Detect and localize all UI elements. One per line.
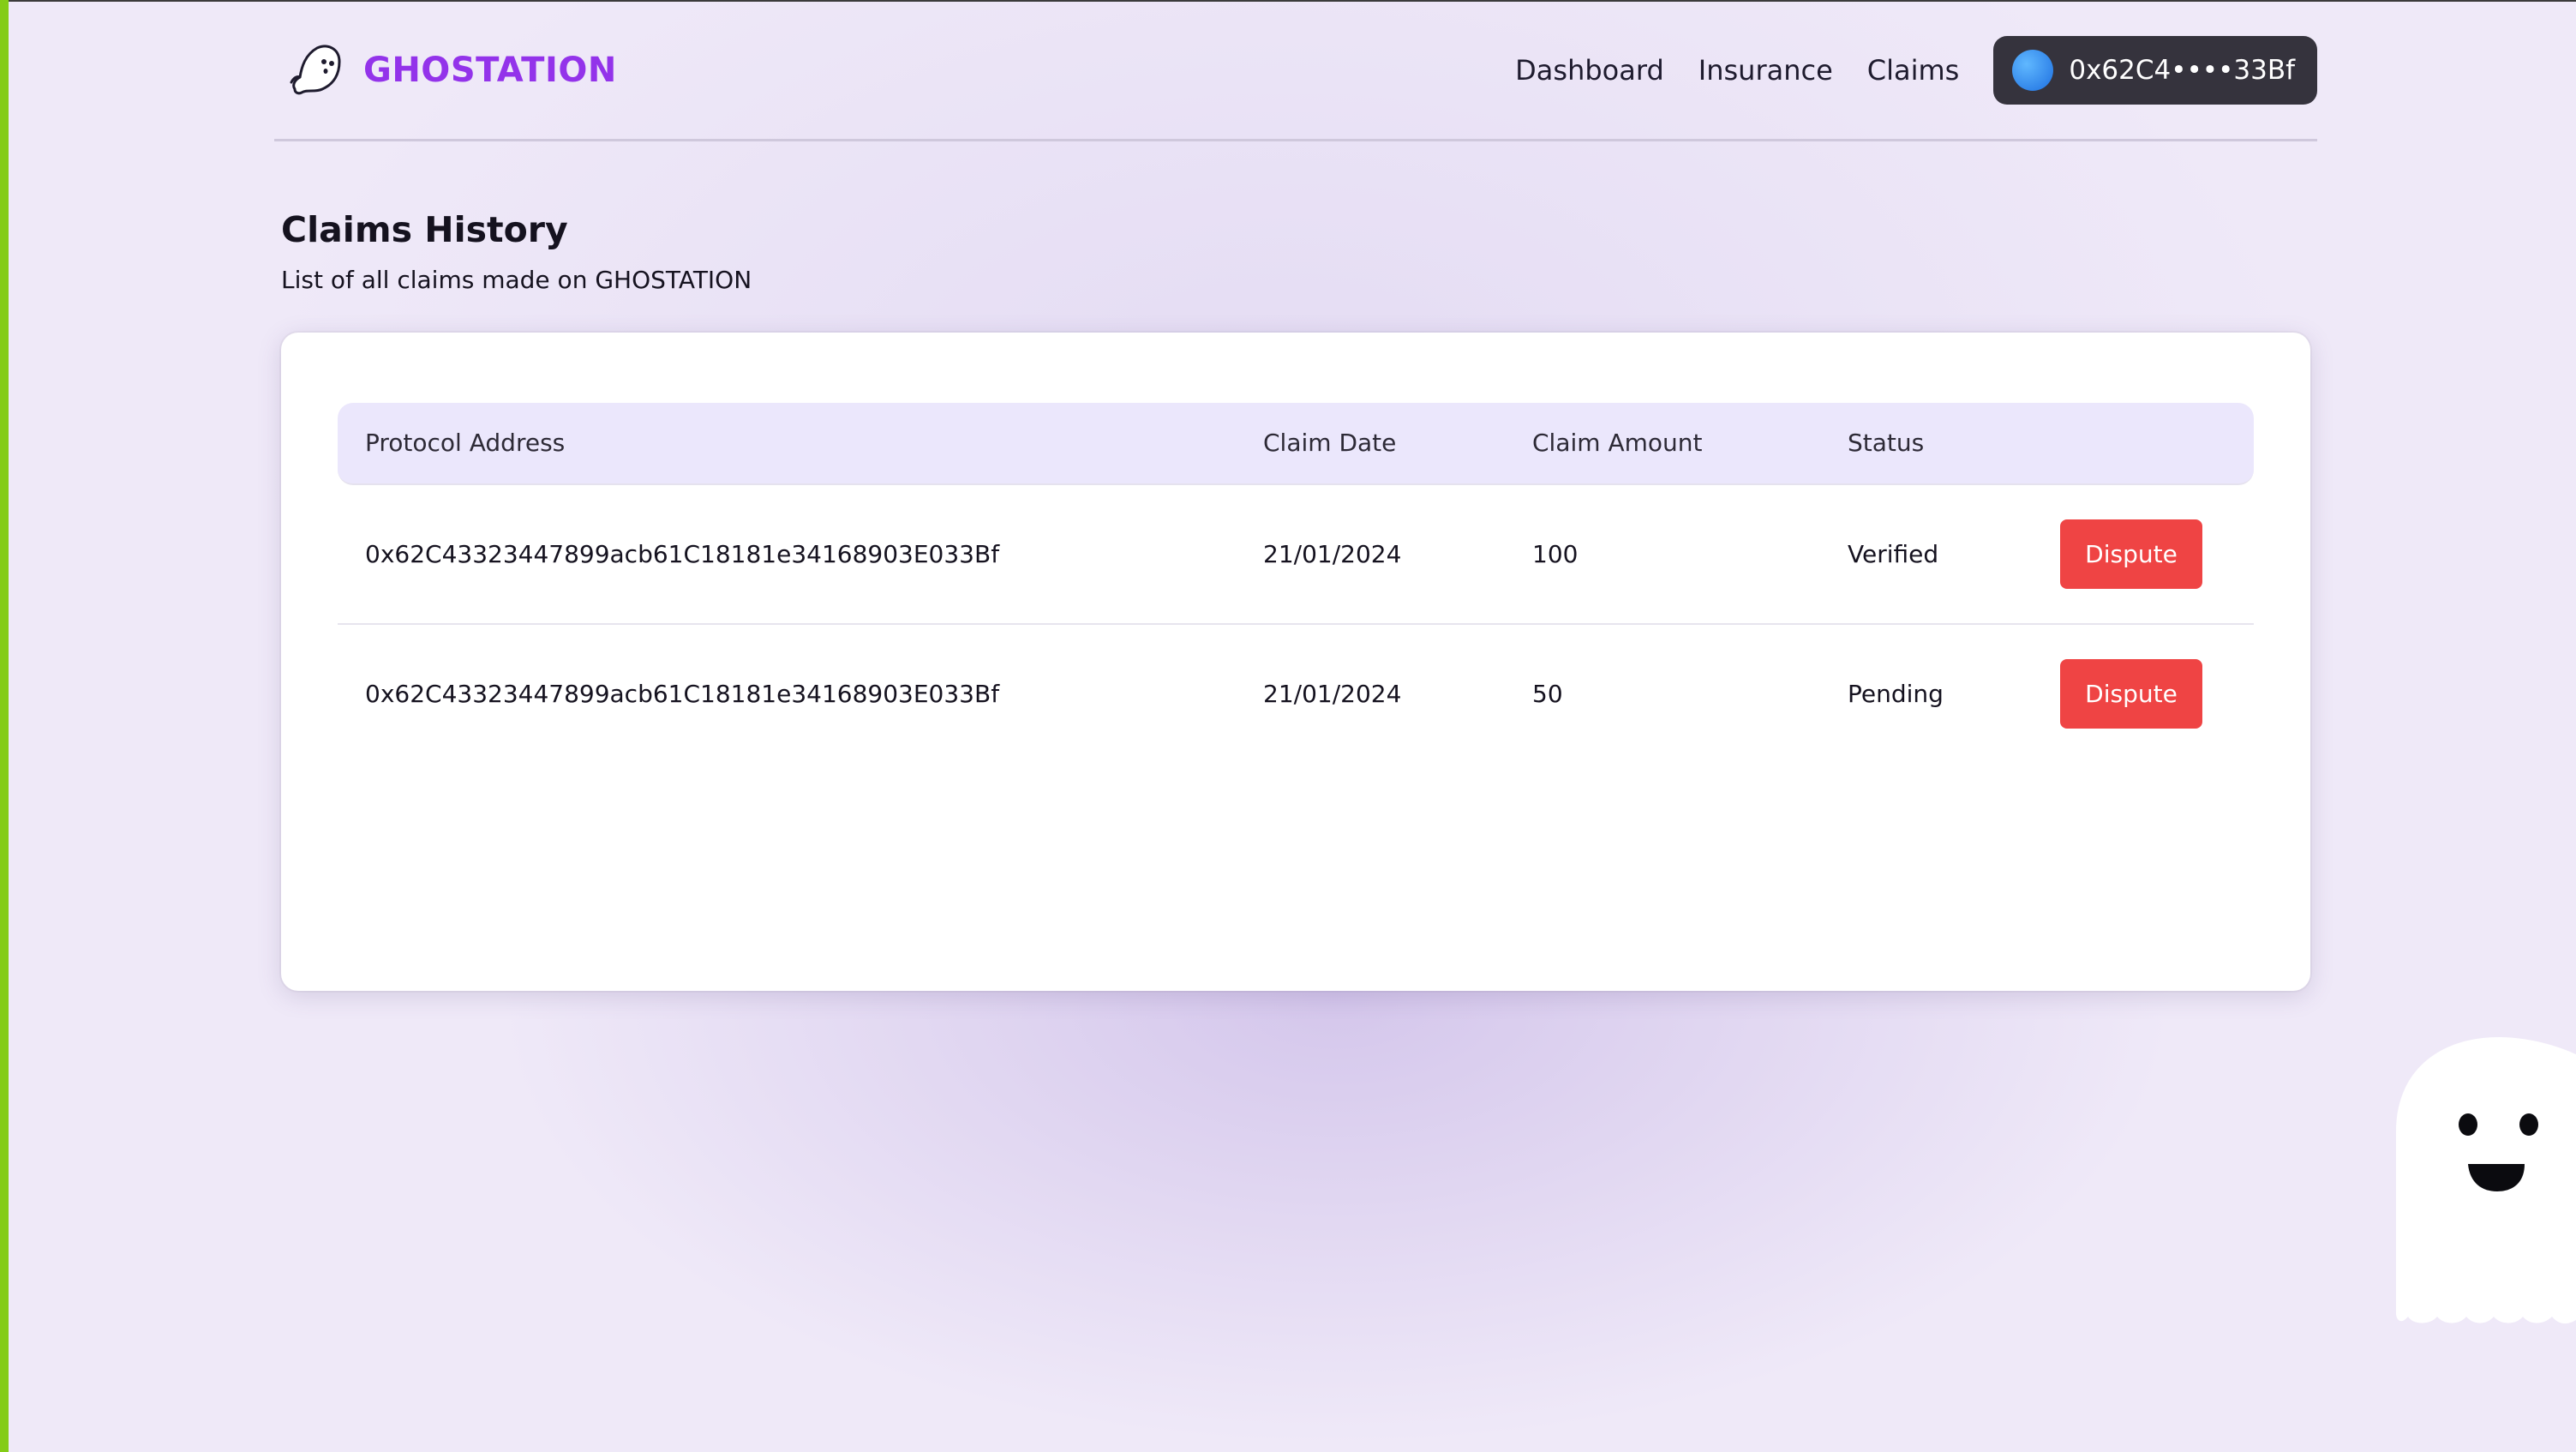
- cell-status: Verified: [1848, 540, 1939, 568]
- cell-claim-date: 21/01/2024: [1263, 540, 1402, 568]
- column-header-claim-amount: Claim Amount: [1532, 429, 1703, 457]
- column-header-protocol-address: Protocol Address: [365, 429, 566, 457]
- page-subtitle: List of all claims made on GHOSTATION: [281, 266, 752, 294]
- page-title: Claims History: [281, 209, 568, 250]
- claims-table: Protocol Address Claim Date Claim Amount…: [338, 403, 2254, 763]
- cell-protocol-address: 0x62C43323447899acb61C18181e34168903E033…: [365, 680, 1000, 708]
- dispute-button[interactable]: Dispute: [2060, 659, 2202, 729]
- brand[interactable]: GHOSTATION: [283, 36, 617, 105]
- table-row: 0x62C43323447899acb61C18181e34168903E033…: [338, 625, 2254, 763]
- header: GHOSTATION Dashboard Insurance Claims 0x…: [274, 0, 2317, 141]
- cell-claim-amount: 100: [1532, 540, 1579, 568]
- cell-protocol-address: 0x62C43323447899acb61C18181e34168903E033…: [365, 540, 1000, 568]
- table-row: 0x62C43323447899acb61C18181e34168903E033…: [338, 485, 2254, 625]
- nav-link-dashboard[interactable]: Dashboard: [1515, 54, 1664, 87]
- main-nav: Dashboard Insurance Claims 0x62C4••••33B…: [1515, 36, 2317, 105]
- wallet-address: 0x62C4••••33Bf: [2069, 55, 2295, 86]
- left-accent-bar: [0, 0, 9, 1452]
- ghost-mascot-icon: [2396, 1037, 2576, 1324]
- wallet-button[interactable]: 0x62C4••••33Bf: [1993, 36, 2317, 105]
- nav-link-insurance[interactable]: Insurance: [1698, 54, 1833, 87]
- cell-status: Pending: [1848, 680, 1944, 708]
- nav-link-claims[interactable]: Claims: [1867, 54, 1960, 87]
- column-header-status: Status: [1848, 429, 1925, 457]
- wallet-avatar: [2012, 50, 2054, 91]
- dispute-button[interactable]: Dispute: [2060, 519, 2202, 589]
- ghost-icon: [290, 45, 341, 95]
- table-header: Protocol Address Claim Date Claim Amount…: [338, 403, 2254, 485]
- column-header-claim-date: Claim Date: [1263, 429, 1397, 457]
- cell-claim-date: 21/01/2024: [1263, 680, 1402, 708]
- cell-claim-amount: 50: [1532, 680, 1563, 708]
- claims-card: Protocol Address Claim Date Claim Amount…: [281, 333, 2310, 991]
- brand-name: GHOSTATION: [363, 51, 617, 90]
